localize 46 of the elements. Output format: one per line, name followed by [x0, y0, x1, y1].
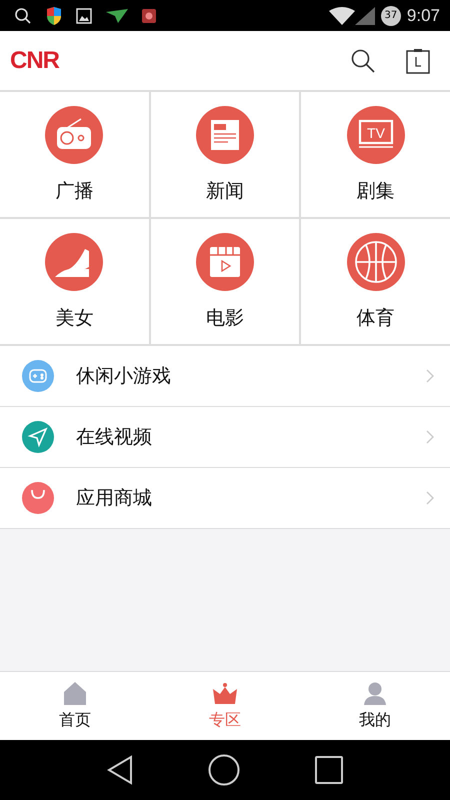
film-icon — [196, 232, 254, 290]
recents-icon[interactable] — [314, 756, 343, 784]
ball-icon — [346, 232, 405, 290]
menu-row[interactable]: 在线视频 — [0, 407, 450, 468]
calendar-icon[interactable] — [406, 48, 430, 74]
crown-icon — [213, 682, 237, 706]
clock: 9:07 — [406, 6, 440, 26]
menu-row[interactable]: 应用商城 — [0, 468, 450, 529]
plane-icon — [106, 8, 128, 22]
wifi-signal-icon — [328, 6, 375, 24]
tab[interactable]: 首页 — [0, 672, 150, 740]
battery-level: 37 — [380, 6, 401, 26]
radio-icon — [45, 106, 104, 164]
menu-label: 应用商城 — [76, 486, 153, 511]
chevron-right-icon — [426, 491, 434, 505]
category-tile[interactable]: TV 剧集 — [301, 92, 450, 217]
search-icon — [14, 6, 32, 24]
back-icon[interactable] — [107, 755, 134, 785]
category-tile[interactable]: 美女 — [0, 219, 149, 344]
news-icon — [196, 106, 254, 164]
search-icon[interactable] — [350, 48, 376, 74]
menu-label: 休闲小游戏 — [76, 364, 172, 389]
category-tile[interactable]: 广播 — [0, 92, 149, 217]
logo: CNR — [10, 46, 59, 74]
tab[interactable]: 我的 — [300, 672, 450, 740]
shield-icon — [46, 6, 62, 24]
tab[interactable]: 专区 — [150, 672, 300, 740]
category-label: 体育 — [356, 306, 395, 330]
chevron-right-icon — [426, 430, 434, 444]
home-icon — [63, 682, 87, 706]
app-icon — [142, 8, 156, 22]
category-label: 新闻 — [206, 178, 244, 204]
menu-label: 在线视频 — [76, 425, 153, 450]
category-tile[interactable]: 新闻 — [150, 92, 300, 217]
home-icon[interactable] — [208, 754, 240, 786]
category-label: 美女 — [55, 306, 94, 330]
chevron-right-icon — [426, 369, 434, 383]
category-label: 电影 — [206, 306, 244, 330]
person-icon — [363, 682, 387, 706]
image-icon — [76, 8, 92, 24]
tv-icon: TV — [346, 106, 405, 164]
category-label: 剧集 — [356, 178, 395, 204]
category-label: 广播 — [55, 178, 94, 204]
category-tile[interactable]: 电影 — [150, 219, 300, 344]
menu-row[interactable]: 休闲小游戏 — [0, 346, 450, 407]
category-tile[interactable]: 体育 — [301, 219, 450, 344]
